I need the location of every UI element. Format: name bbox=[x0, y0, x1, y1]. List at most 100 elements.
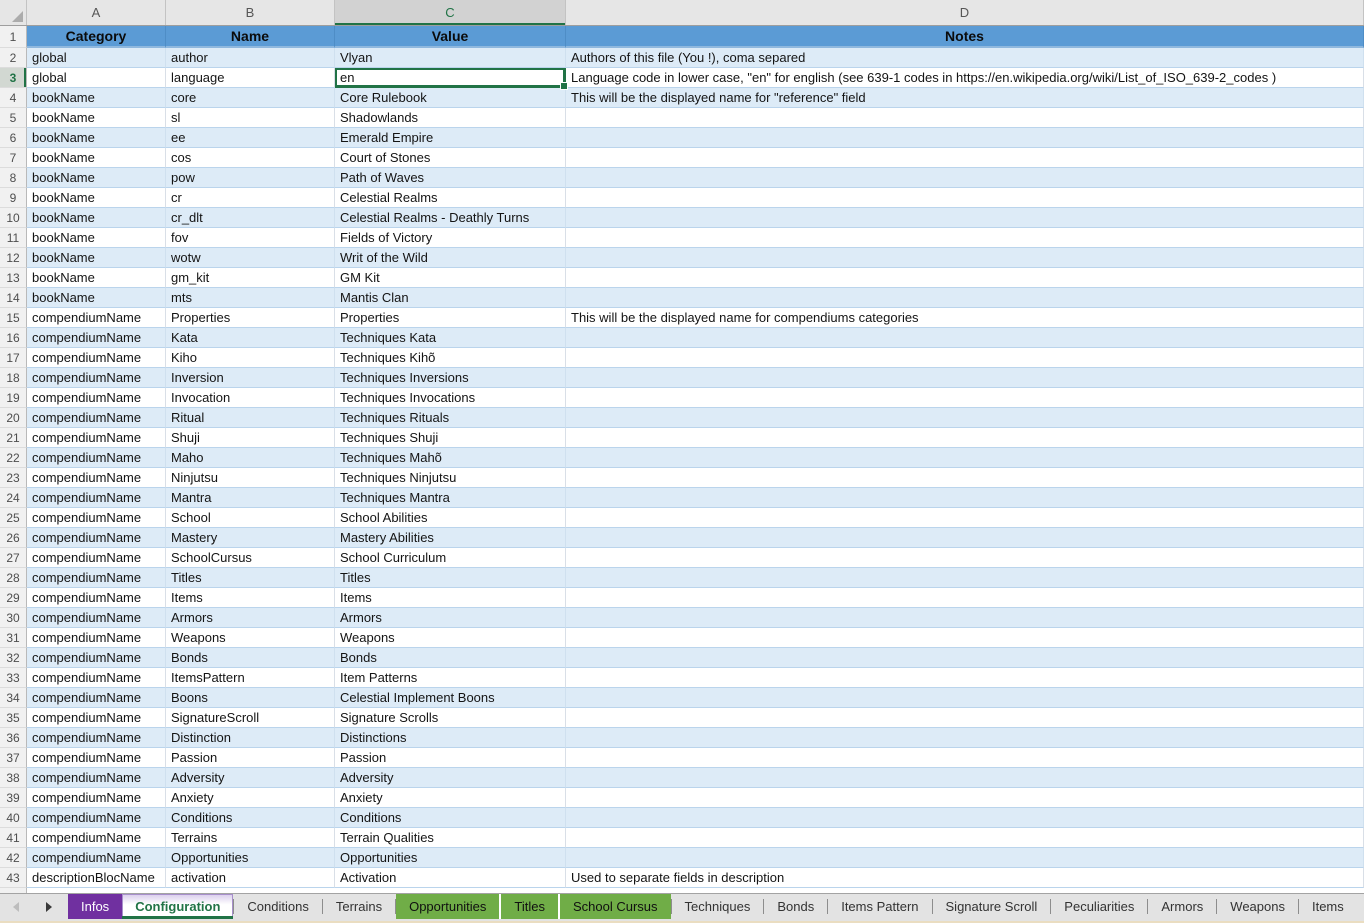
cell-category[interactable]: compendiumName bbox=[27, 708, 166, 728]
cell-name[interactable]: Mantra bbox=[166, 488, 335, 508]
cell-name[interactable]: SignatureScroll bbox=[166, 708, 335, 728]
cell-name[interactable]: Weapons bbox=[166, 628, 335, 648]
row-number[interactable]: 17 bbox=[0, 348, 27, 368]
sheet-tab-techniques[interactable]: Techniques bbox=[672, 894, 764, 919]
cell-name[interactable]: mts bbox=[166, 288, 335, 308]
cell-name[interactable]: Ninjutsu bbox=[166, 468, 335, 488]
cell-category[interactable]: compendiumName bbox=[27, 428, 166, 448]
cell-name[interactable]: Invocation bbox=[166, 388, 335, 408]
cell-value[interactable]: Weapons bbox=[335, 628, 566, 648]
cell-notes[interactable] bbox=[566, 228, 1364, 248]
cell-category[interactable]: bookName bbox=[27, 188, 166, 208]
cell-value[interactable]: Properties bbox=[335, 308, 566, 328]
sheet-tab-configuration[interactable]: Configuration bbox=[122, 894, 233, 919]
cell-category[interactable]: compendiumName bbox=[27, 368, 166, 388]
row-number[interactable]: 4 bbox=[0, 88, 27, 108]
cell-name[interactable]: fov bbox=[166, 228, 335, 248]
row-number[interactable]: 37 bbox=[0, 748, 27, 768]
cell-value[interactable]: Value bbox=[335, 26, 566, 48]
row-number[interactable]: 40 bbox=[0, 808, 27, 828]
cell-category[interactable]: compendiumName bbox=[27, 628, 166, 648]
cell-name[interactable]: School bbox=[166, 508, 335, 528]
sheet-tab-school-cursus[interactable]: School Cursus bbox=[560, 894, 671, 919]
cell-category[interactable]: compendiumName bbox=[27, 408, 166, 428]
cell-name[interactable]: Boons bbox=[166, 688, 335, 708]
sheet-tab-terrains[interactable]: Terrains bbox=[323, 894, 395, 919]
cell-notes[interactable] bbox=[566, 528, 1364, 548]
cell-category[interactable]: bookName bbox=[27, 88, 166, 108]
cell-category[interactable]: global bbox=[27, 68, 166, 88]
cell-notes[interactable] bbox=[566, 368, 1364, 388]
cell-value[interactable]: Core Rulebook bbox=[335, 88, 566, 108]
row-number[interactable]: 13 bbox=[0, 268, 27, 288]
cell-notes[interactable] bbox=[566, 668, 1364, 688]
cell-notes[interactable] bbox=[566, 168, 1364, 188]
cell-category[interactable]: bookName bbox=[27, 108, 166, 128]
row-number[interactable]: 27 bbox=[0, 548, 27, 568]
cell-notes[interactable] bbox=[566, 648, 1364, 668]
cell-name[interactable]: Passion bbox=[166, 748, 335, 768]
cell-category[interactable]: compendiumName bbox=[27, 348, 166, 368]
cell-category[interactable]: compendiumName bbox=[27, 788, 166, 808]
cell-notes[interactable] bbox=[566, 108, 1364, 128]
row-number[interactable]: 3 bbox=[0, 68, 27, 88]
row-number[interactable]: 26 bbox=[0, 528, 27, 548]
cell-notes[interactable] bbox=[566, 548, 1364, 568]
cell-name[interactable]: cr_dlt bbox=[166, 208, 335, 228]
row-number[interactable]: 43 bbox=[0, 868, 27, 888]
cell-notes[interactable] bbox=[566, 848, 1364, 868]
cell-name[interactable]: cr bbox=[166, 188, 335, 208]
cell-notes[interactable] bbox=[566, 268, 1364, 288]
cell-category[interactable]: bookName bbox=[27, 268, 166, 288]
cell-notes[interactable]: Notes bbox=[566, 26, 1364, 48]
cell-value[interactable]: Techniques Inversions bbox=[335, 368, 566, 388]
row-number[interactable]: 5 bbox=[0, 108, 27, 128]
cell-value[interactable]: Titles bbox=[335, 568, 566, 588]
cell-notes[interactable] bbox=[566, 808, 1364, 828]
cell-value[interactable]: GM Kit bbox=[335, 268, 566, 288]
cell-name[interactable]: Shuji bbox=[166, 428, 335, 448]
sheet-tab-conditions[interactable]: Conditions bbox=[234, 894, 321, 919]
cell-value[interactable]: Vlyan bbox=[335, 48, 566, 68]
next-sheets-arrow-icon[interactable] bbox=[46, 902, 52, 912]
row-number[interactable]: 18 bbox=[0, 368, 27, 388]
cell-category[interactable]: Category bbox=[27, 26, 166, 48]
sheet-tab-infos[interactable]: Infos bbox=[68, 894, 122, 919]
cell-value[interactable]: Activation bbox=[335, 868, 566, 888]
cell-notes[interactable] bbox=[566, 828, 1364, 848]
cell-value[interactable]: Passion bbox=[335, 748, 566, 768]
cell-notes[interactable]: This will be the displayed name for "ref… bbox=[566, 88, 1364, 108]
cell-category[interactable]: compendiumName bbox=[27, 808, 166, 828]
row-number[interactable]: 39 bbox=[0, 788, 27, 808]
row-number[interactable]: 6 bbox=[0, 128, 27, 148]
cell-name[interactable]: Inversion bbox=[166, 368, 335, 388]
cell-notes[interactable] bbox=[566, 408, 1364, 428]
row-number[interactable]: 28 bbox=[0, 568, 27, 588]
cell-notes[interactable]: This will be the displayed name for comp… bbox=[566, 308, 1364, 328]
select-all-button[interactable] bbox=[0, 0, 27, 25]
cell-notes[interactable] bbox=[566, 568, 1364, 588]
cell-value[interactable]: Opportunities bbox=[335, 848, 566, 868]
row-number[interactable]: 10 bbox=[0, 208, 27, 228]
cell-category[interactable]: global bbox=[27, 48, 166, 68]
cell-notes[interactable] bbox=[566, 628, 1364, 648]
cell-category[interactable]: compendiumName bbox=[27, 728, 166, 748]
cell-name[interactable]: Anxiety bbox=[166, 788, 335, 808]
cell-value[interactable]: Techniques Kata bbox=[335, 328, 566, 348]
row-number[interactable]: 11 bbox=[0, 228, 27, 248]
cell-notes[interactable] bbox=[566, 288, 1364, 308]
cell-notes[interactable]: Used to separate fields in description bbox=[566, 868, 1364, 888]
cell-value[interactable]: Techniques Kihõ bbox=[335, 348, 566, 368]
cell-notes[interactable] bbox=[566, 448, 1364, 468]
cell-notes[interactable] bbox=[566, 468, 1364, 488]
cell-category[interactable]: compendiumName bbox=[27, 768, 166, 788]
cell-value[interactable]: Signature Scrolls bbox=[335, 708, 566, 728]
row-number[interactable]: 22 bbox=[0, 448, 27, 468]
cell-name[interactable]: ee bbox=[166, 128, 335, 148]
cell-value[interactable]: Terrain Qualities bbox=[335, 828, 566, 848]
cell-notes[interactable] bbox=[566, 328, 1364, 348]
cell-name[interactable]: Armors bbox=[166, 608, 335, 628]
sheet-tab-opportunities[interactable]: Opportunities bbox=[396, 894, 499, 919]
column-header-d[interactable]: D bbox=[566, 0, 1364, 25]
sheet-tab-weapons[interactable]: Weapons bbox=[1217, 894, 1298, 919]
